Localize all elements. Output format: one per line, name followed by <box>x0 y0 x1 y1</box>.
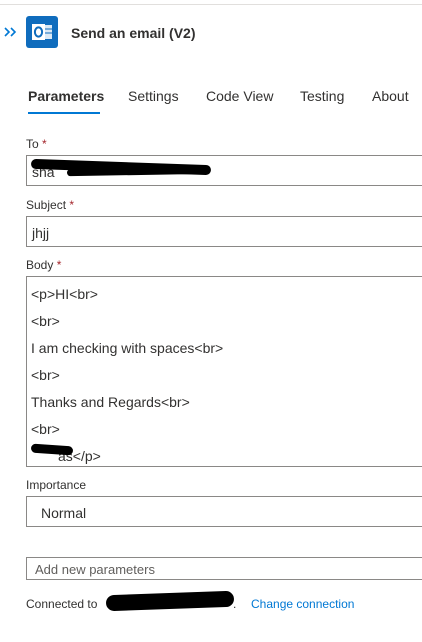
outlook-icon <box>26 16 58 48</box>
subject-field[interactable]: jhjj <box>26 216 422 247</box>
required-mark: * <box>42 137 47 151</box>
body-line: I am checking with spaces<br> <box>31 340 224 356</box>
body-line: <p>HI<br> <box>31 286 98 302</box>
required-mark: * <box>69 198 75 212</box>
connected-to-text: Connected to <box>26 597 98 611</box>
add-parameters-dropdown[interactable]: Add new parameters <box>26 557 422 580</box>
connection-footer: Connected to . Change connection <box>26 590 416 613</box>
to-field[interactable]: sha <box>26 155 422 186</box>
to-label: To * <box>26 137 47 151</box>
add-parameters-placeholder: Add new parameters <box>35 562 155 577</box>
tab-parameters[interactable]: Parameters <box>28 88 104 104</box>
body-line: <br> <box>31 421 60 437</box>
tab-settings[interactable]: Settings <box>128 88 179 104</box>
connected-to-suffix: . <box>233 597 237 611</box>
tab-code-view[interactable]: Code View <box>206 88 273 104</box>
redaction-mark <box>105 590 235 612</box>
redaction-mark <box>66 166 210 177</box>
change-connection-link[interactable]: Change connection <box>251 597 354 611</box>
body-line: <br> <box>31 313 60 329</box>
body-line: <br> <box>31 367 60 383</box>
importance-value: Normal <box>41 505 87 521</box>
redaction-mark <box>30 443 74 456</box>
importance-label: Importance <box>26 478 87 492</box>
subject-label: Subject * <box>26 198 75 212</box>
action-header: Send an email (V2) <box>0 16 422 50</box>
action-title: Send an email (V2) <box>71 25 196 41</box>
importance-select[interactable]: Normal <box>26 496 422 527</box>
active-tab-indicator <box>28 112 100 114</box>
tab-about[interactable]: About <box>372 88 409 104</box>
body-line: Thanks and Regards<br> <box>31 394 190 410</box>
double-chevron-right-icon[interactable] <box>3 24 19 40</box>
required-mark: * <box>56 258 62 272</box>
subject-value: jhjj <box>32 225 50 241</box>
tab-bar: Parameters Settings Code View Testing Ab… <box>28 88 422 116</box>
body-label: Body * <box>26 258 62 272</box>
top-divider <box>0 4 422 5</box>
tab-testing[interactable]: Testing <box>300 88 344 104</box>
body-field[interactable]: <p>HI<br> <br> I am checking with spaces… <box>26 276 422 467</box>
